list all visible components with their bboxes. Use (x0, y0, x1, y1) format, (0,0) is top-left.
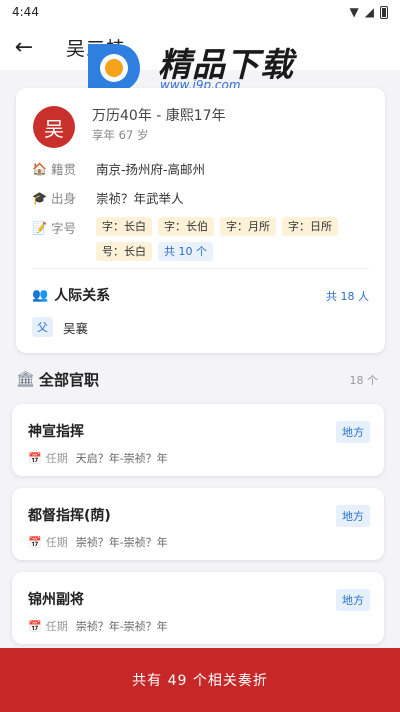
office-term-value: 天启？年-崇祯？年 (75, 452, 168, 465)
status-icons: ▼ ◢ (350, 5, 388, 19)
calendar-icon: 📅 (28, 619, 42, 633)
offices-title: 全部官职 (39, 370, 100, 389)
names-tags: 字：长白 字：长伯 字：月所 字：日所 号：长白 共 10 个 (96, 217, 366, 261)
relations-title-label: 人际关系 (54, 288, 111, 304)
names-label: 字号 (51, 221, 77, 236)
office-term-label: 任期 (45, 620, 68, 633)
names-row: 📝 字号 (32, 218, 96, 237)
name-tag: 字：日所 (282, 217, 338, 236)
back-button[interactable]: ← (0, 24, 48, 70)
native-place-value: 南京-扬州府-高邮州 (96, 162, 206, 177)
office-type-badge: 地方 (336, 589, 370, 611)
relation-name: 吴襄 (63, 320, 89, 336)
office-term-value: 崇祯？年-崇祯？年 (75, 536, 168, 549)
origin-key: 🎓 出身 (32, 188, 96, 207)
office-card[interactable]: 都督指挥(荫) 地方 📅 任期 崇祯？年-崇祯？年 (12, 488, 384, 560)
calendar-icon: 📅 (28, 535, 42, 549)
origin-label: 出身 (51, 191, 77, 206)
graduation-cap-icon: 🎓 (32, 190, 47, 205)
status-bar: 4:44 ▼ ◢ (0, 0, 400, 24)
office-term-label: 任期 (45, 452, 68, 465)
name-tag: 字：长伯 (158, 217, 214, 236)
office-term: 📅 任期 天启？年-崇祯？年 (28, 450, 168, 466)
origin-row: 🎓 出身 崇祯？年武举人 (32, 188, 184, 207)
office-card[interactable]: 锦州副将 地方 📅 任期 崇祯？年-崇祯？年 (12, 572, 384, 644)
name-tag: 字：月所 (220, 217, 276, 236)
offices-section-header: 🏛 全部官职 18 个 (16, 368, 384, 390)
name-tag: 号：长白 (96, 242, 152, 261)
battery-icon (380, 5, 388, 19)
office-name: 锦州副将 (28, 592, 84, 608)
office-term-value: 崇祯？年-崇祯？年 (75, 620, 168, 633)
wifi-icon: ▼ (349, 5, 359, 19)
office-name: 神宣指挥 (28, 424, 84, 440)
avatar: 吴 (33, 106, 75, 148)
bank-icon: 🏛 (16, 370, 36, 388)
relation-badge: 父 (32, 317, 53, 337)
offices-count: 18 个 (349, 374, 379, 387)
name-tag: 字：长白 (96, 217, 152, 236)
people-icon: 👥 (32, 287, 49, 303)
house-icon: 🏠 (32, 161, 47, 176)
names-key: 📝 字号 (32, 218, 96, 237)
relations-count-link[interactable]: 共 18 人 (326, 288, 369, 304)
office-term: 📅 任期 崇祯？年-崇祯？年 (28, 534, 168, 550)
divider (32, 268, 369, 269)
profile-card: 吴 万历40年 - 康熙17年 享年 67 岁 🏠 籍贯 南京-扬州府-高邮州 … (16, 88, 385, 353)
names-more-button[interactable]: 共 10 个 (158, 242, 213, 261)
office-card[interactable]: 神宣指挥 地方 📅 任期 天启？年-崇祯？年 (12, 404, 384, 476)
status-time: 4:44 (12, 5, 39, 19)
memo-icon: 📝 (32, 220, 47, 235)
arrow-left-icon: ← (14, 34, 34, 60)
native-place-key: 🏠 籍贯 (32, 159, 96, 178)
relation-item[interactable]: 父 吴襄 (32, 317, 88, 337)
origin-value: 崇祯？年武举人 (96, 191, 184, 206)
office-name: 都督指挥(荫) (28, 508, 111, 524)
relations-title: 👥 人际关系 (32, 285, 110, 305)
office-term-label: 任期 (45, 536, 68, 549)
memorials-button-label: 共有 49 个相关奏折 (132, 673, 268, 689)
age: 享年 67 岁 (92, 128, 149, 142)
office-term: 📅 任期 崇祯？年-崇祯？年 (28, 618, 168, 634)
native-place-label: 籍贯 (51, 162, 77, 177)
calendar-icon: 📅 (28, 451, 42, 465)
office-type-badge: 地方 (336, 421, 370, 443)
signal-icon: ◢ (364, 5, 374, 19)
office-type-badge: 地方 (336, 505, 370, 527)
memorials-button[interactable]: 共有 49 个相关奏折 (0, 648, 400, 712)
native-place-row: 🏠 籍贯 南京-扬州府-高邮州 (32, 159, 205, 178)
lifespan: 万历40年 - 康熙17年 (92, 108, 226, 124)
